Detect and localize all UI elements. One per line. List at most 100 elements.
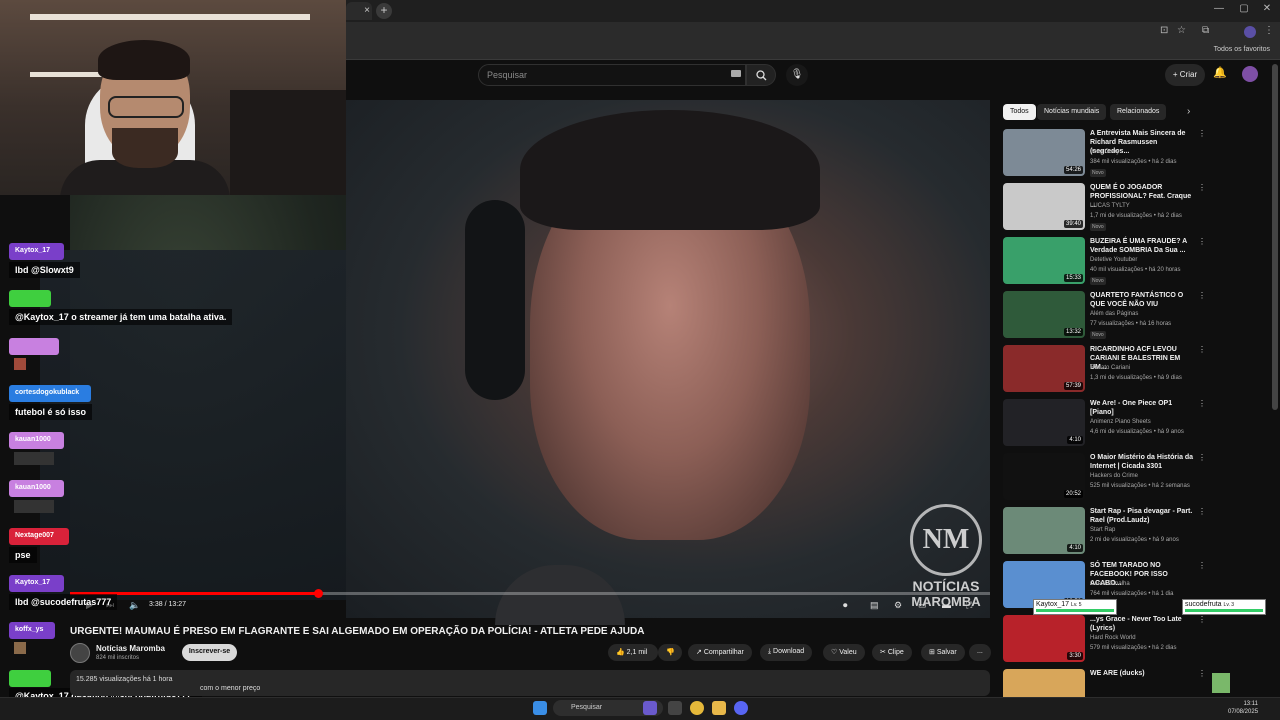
video-thumbnail[interactable]: 3:30 [1003, 615, 1085, 662]
chip-related[interactable]: Relacionados [1110, 104, 1167, 120]
chevron-right-icon[interactable]: › [1187, 106, 1190, 117]
recommended-title[interactable]: QUARTETO FANTÁSTICO O QUE VOCÊ NÃO VIU [1090, 291, 1195, 309]
more-actions-button[interactable]: ... [969, 644, 991, 661]
recommended-video[interactable]: 39:40 QUEM É O JOGADOR PROFISSIONAL? Feat… [1003, 183, 1206, 233]
chat-message: pse [9, 547, 37, 563]
new-tab-button[interactable]: + [376, 3, 392, 19]
recommended-channel[interactable]: Renato Cariani [1090, 365, 1130, 371]
recommended-video[interactable]: 4:10 We Are! - One Piece OP1 [Piano] Anime… [1003, 399, 1206, 449]
more-options-icon[interactable]: ⋮ [1198, 129, 1206, 138]
recommended-title[interactable]: O Maior Mistério da História da Internet… [1090, 453, 1195, 471]
voice-search-mic-icon[interactable]: 🎙 [786, 64, 808, 86]
notifications-bell-icon[interactable]: 🔔 [1213, 66, 1227, 79]
browser-tab[interactable]: × [346, 2, 372, 20]
discord-icon[interactable] [734, 701, 748, 715]
subscribe-button[interactable]: Inscrever-se [182, 644, 237, 661]
recommended-video[interactable]: 57:39 RICARDINHO ACF LEVOU CARIANI E BALE… [1003, 345, 1206, 395]
translate-icon[interactable]: ⊡ [1160, 25, 1168, 36]
download-button[interactable]: ⤓ Download [760, 644, 813, 661]
miniplayer-icon[interactable]: ▭ [918, 600, 927, 611]
chrome-icon[interactable] [690, 701, 704, 715]
recommended-video[interactable]: 13:32 QUARTETO FANTÁSTICO O QUE VOCÊ NÃO … [1003, 291, 1206, 341]
recommended-channel[interactable]: Além das Páginas [1090, 311, 1138, 317]
recommended-channel[interactable]: LUCAS TYLTY [1090, 203, 1130, 209]
channel-name[interactable]: Notícias Maromba [96, 644, 165, 653]
like-button[interactable]: 👍 2,1 mil [608, 644, 658, 661]
recommended-video[interactable]: 3:30 ...ys Grace - Never Too Late (Lyrics… [1003, 615, 1206, 665]
recommended-video[interactable]: 15:33 BUZEIRA É UMA FRAUDE? A Verdade SOM… [1003, 237, 1206, 287]
file-explorer-icon[interactable] [712, 701, 726, 715]
theater-mode-icon[interactable]: ▬ [942, 600, 951, 610]
video-thumbnail[interactable]: 4:10 [1003, 507, 1085, 554]
dislike-button[interactable]: 👎 [658, 644, 682, 661]
minimize-button[interactable]: — [1208, 3, 1230, 14]
video-duration: 3:30 [1067, 652, 1083, 660]
widgets-icon[interactable] [643, 701, 657, 715]
profile-icon[interactable] [1244, 26, 1256, 38]
recommended-title[interactable]: BUZEIRA É UMA FRAUDE? A Verdade SOMBRIA … [1090, 237, 1195, 255]
video-thumbnail[interactable]: 20:52 [1003, 453, 1085, 500]
chat-username [9, 290, 51, 307]
recommended-channel[interactable]: Joao Curry [1090, 149, 1119, 155]
more-options-icon[interactable]: ⋮ [1198, 399, 1206, 408]
more-options-icon[interactable]: ⋮ [1198, 183, 1206, 192]
recommended-video[interactable]: 4:10 Start Rap - Pisa devagar - Part. Rae… [1003, 507, 1206, 557]
video-thumbnail[interactable]: 13:32 [1003, 291, 1085, 338]
close-window-button[interactable]: ✕ [1256, 3, 1278, 14]
maximize-button[interactable]: ▢ [1233, 3, 1255, 14]
video-thumbnail[interactable]: 4:10 [1003, 399, 1085, 446]
extensions-icon[interactable]: ⧉ [1202, 25, 1209, 36]
recommended-video[interactable]: 20:52 O Maior Mistério da História da Int… [1003, 453, 1206, 503]
more-options-icon[interactable]: ⋮ [1198, 291, 1206, 300]
thanks-button[interactable]: ♡ Valeu [823, 644, 865, 661]
search-button[interactable] [746, 64, 776, 86]
fullscreen-icon[interactable]: ⛶ [966, 600, 972, 611]
account-avatar[interactable] [1242, 66, 1258, 82]
recommended-title[interactable]: We Are! - One Piece OP1 [Piano] [1090, 399, 1195, 417]
more-options-icon[interactable]: ⋮ [1198, 669, 1206, 678]
recommended-title[interactable]: ...ys Grace - Never Too Late (Lyrics) [1090, 615, 1195, 633]
recommended-channel[interactable]: Canal Canalha [1090, 581, 1130, 587]
close-tab-icon[interactable]: × [364, 5, 370, 16]
bookmark-star-icon[interactable]: ☆ [1177, 25, 1186, 36]
recommended-channel[interactable]: Animenz Piano Sheets [1090, 419, 1151, 425]
more-options-icon[interactable]: ⋮ [1198, 453, 1206, 462]
windows-start-icon[interactable] [533, 701, 547, 715]
subtitles-icon[interactable]: ▤ [870, 600, 879, 611]
task-view-icon[interactable] [668, 701, 682, 715]
recommended-title[interactable]: WE ARE (ducks) [1090, 669, 1195, 678]
create-button[interactable]: + Criar [1165, 64, 1205, 86]
all-favorites-link[interactable]: Todos os favoritos [1214, 46, 1270, 53]
menu-kebab-icon[interactable]: ⋮ [1264, 25, 1274, 36]
save-button[interactable]: ⊞ Salvar [921, 644, 965, 661]
more-options-icon[interactable]: ⋮ [1198, 237, 1206, 246]
more-options-icon[interactable]: ⋮ [1198, 561, 1206, 570]
channel-avatar[interactable] [70, 643, 90, 663]
settings-gear-icon[interactable]: ⚙ [894, 600, 902, 611]
video-thumbnail[interactable]: 57:39 [1003, 345, 1085, 392]
description-box[interactable] [70, 670, 990, 696]
clip-button[interactable]: ✂ Clipe [872, 644, 912, 661]
volume-icon[interactable]: 🔈 [129, 600, 140, 611]
recommended-title[interactable]: Start Rap - Pisa devagar - Part. Rael (P… [1090, 507, 1195, 525]
recommended-channel[interactable]: Detetive Youtuber [1090, 257, 1137, 263]
keyboard-icon[interactable] [731, 70, 741, 77]
opponent-level: Lv. 3 [1223, 602, 1235, 608]
chip-world-news[interactable]: Notícias mundiais [1037, 104, 1107, 120]
recommended-channel[interactable]: Hackers do Crime [1090, 473, 1138, 479]
recommended-video[interactable]: 54:26 A Entrevista Mais Sincera de Richar… [1003, 129, 1206, 179]
more-options-icon[interactable]: ⋮ [1198, 615, 1206, 624]
more-options-icon[interactable]: ⋮ [1198, 345, 1206, 354]
autoplay-toggle[interactable]: ⏺ [843, 600, 848, 611]
more-options-icon[interactable]: ⋮ [1198, 507, 1206, 516]
share-button[interactable]: ↗ Compartilhar [688, 644, 752, 661]
recommended-channel[interactable]: Start Rap [1090, 527, 1115, 533]
video-thumbnail[interactable]: 15:33 [1003, 237, 1085, 284]
chip-all[interactable]: Todos [1003, 104, 1036, 120]
video-thumbnail[interactable]: 54:26 [1003, 129, 1085, 176]
search-input[interactable]: Pesquisar [478, 64, 746, 86]
recommended-channel[interactable]: Hard Rock World [1090, 635, 1136, 641]
video-thumbnail[interactable]: 39:40 [1003, 183, 1085, 230]
opponent-level-widget: sucodefruta Lv. 3 [1182, 599, 1266, 615]
page-scrollbar[interactable] [1272, 64, 1278, 410]
